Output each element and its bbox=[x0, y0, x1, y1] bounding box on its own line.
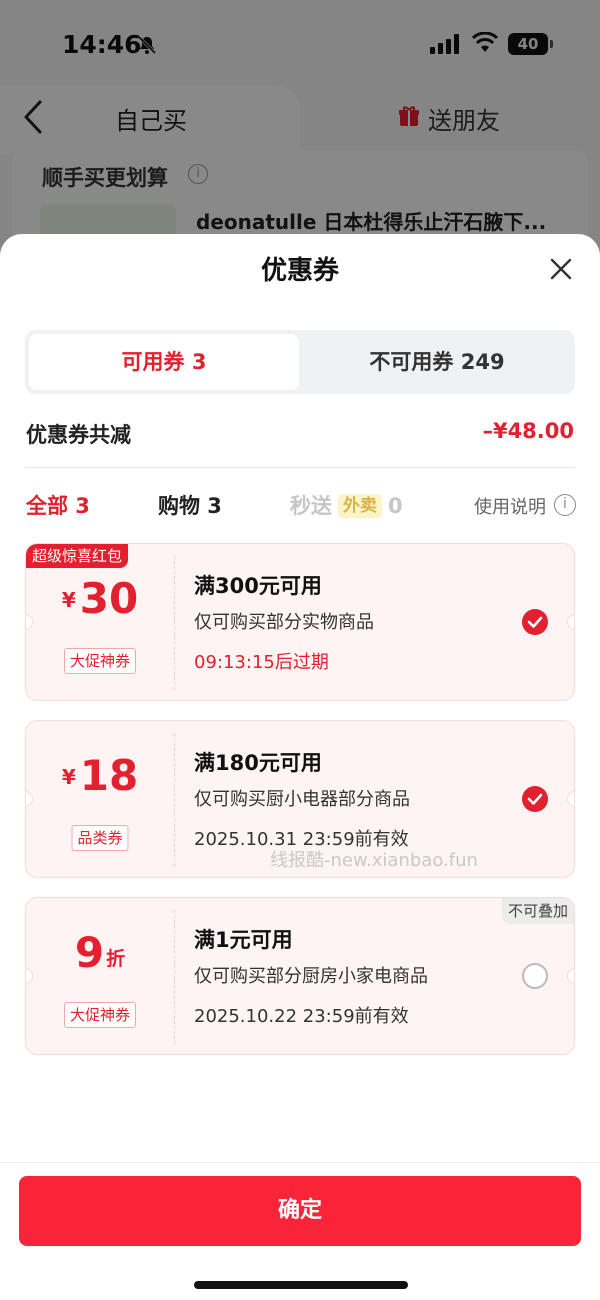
total-discount-value: –¥48.00 bbox=[482, 419, 574, 443]
filter-flash-delivery[interactable]: 秒送 外卖 0 bbox=[290, 490, 403, 520]
coupon-availability-switch: 可用券 3 不可用券 249 bbox=[25, 330, 575, 394]
coupon-separator bbox=[174, 556, 175, 690]
coupon-notch bbox=[567, 968, 574, 984]
coupon-scope: 仅可购买部分实物商品 bbox=[194, 612, 374, 633]
filter-flash-count: 0 bbox=[388, 494, 403, 518]
coupon-validity: 09:13:15后过期 bbox=[194, 652, 329, 673]
coupon-condition: 满300元可用 bbox=[194, 574, 322, 598]
confirm-button[interactable]: 确定 bbox=[19, 1176, 581, 1246]
tab-available-coupons[interactable]: 可用券 3 bbox=[29, 334, 299, 390]
filter-shopping[interactable]: 购物 3 bbox=[158, 490, 222, 520]
coupon-card[interactable]: 不可叠加 9折 大促神券 满1元可用 仅可购买部分厨房小家电商品 2025.10… bbox=[25, 897, 575, 1055]
coupon-condition: 满180元可用 bbox=[194, 751, 322, 775]
coupon-notch bbox=[567, 614, 574, 630]
info-icon[interactable]: i bbox=[554, 494, 576, 516]
coupon-filter-bar: 全部 3 购物 3 秒送 外卖 0 使用说明 i bbox=[0, 490, 600, 526]
checkbox-checked-icon[interactable] bbox=[522, 786, 548, 812]
checkbox-checked-icon[interactable] bbox=[522, 609, 548, 635]
divider bbox=[25, 467, 575, 468]
coupon-condition: 满1元可用 bbox=[194, 928, 293, 952]
checkbox-unchecked-icon[interactable] bbox=[522, 963, 548, 989]
bottom-action-bar: 确定 bbox=[0, 1162, 600, 1300]
filter-all[interactable]: 全部 3 bbox=[26, 490, 90, 520]
tab-unavailable-coupons[interactable]: 不可用券 249 bbox=[303, 334, 571, 390]
watermark: 线报酷-new.xianbao.fun bbox=[270, 850, 478, 871]
non-stackable-tag: 不可叠加 bbox=[501, 898, 574, 924]
filter-flash-label: 秒送 bbox=[290, 494, 332, 518]
coupon-card[interactable]: 超级惊喜红包 ¥30 大促神券 满300元可用 仅可购买部分实物商品 09:13… bbox=[25, 543, 575, 701]
sheet-title: 优惠券 bbox=[260, 256, 339, 286]
coupon-sheet: 优惠券 可用券 3 不可用券 249 优惠券共减 –¥48.00 全部 3 购物… bbox=[0, 234, 600, 1300]
coupon-type-badge: 大促神券 bbox=[63, 1002, 137, 1028]
usage-instructions-link[interactable]: 使用说明 bbox=[474, 493, 546, 519]
coupon-type-badge: 品类券 bbox=[71, 825, 129, 851]
coupon-validity: 2025.10.22 23:59前有效 bbox=[194, 1006, 409, 1027]
coupon-scope: 仅可购买部分厨房小家电商品 bbox=[194, 966, 428, 987]
coupon-separator bbox=[174, 733, 175, 867]
coupon-type-badge: 大促神券 bbox=[63, 648, 137, 674]
close-icon[interactable] bbox=[548, 256, 574, 282]
coupon-separator bbox=[174, 910, 175, 1044]
coupon-scope: 仅可购买厨小电器部分商品 bbox=[194, 789, 410, 810]
home-indicator bbox=[194, 1281, 408, 1289]
coupon-notch bbox=[567, 791, 574, 807]
takeout-badge: 外卖 bbox=[338, 494, 382, 518]
total-discount-label: 优惠券共减 bbox=[26, 423, 131, 447]
